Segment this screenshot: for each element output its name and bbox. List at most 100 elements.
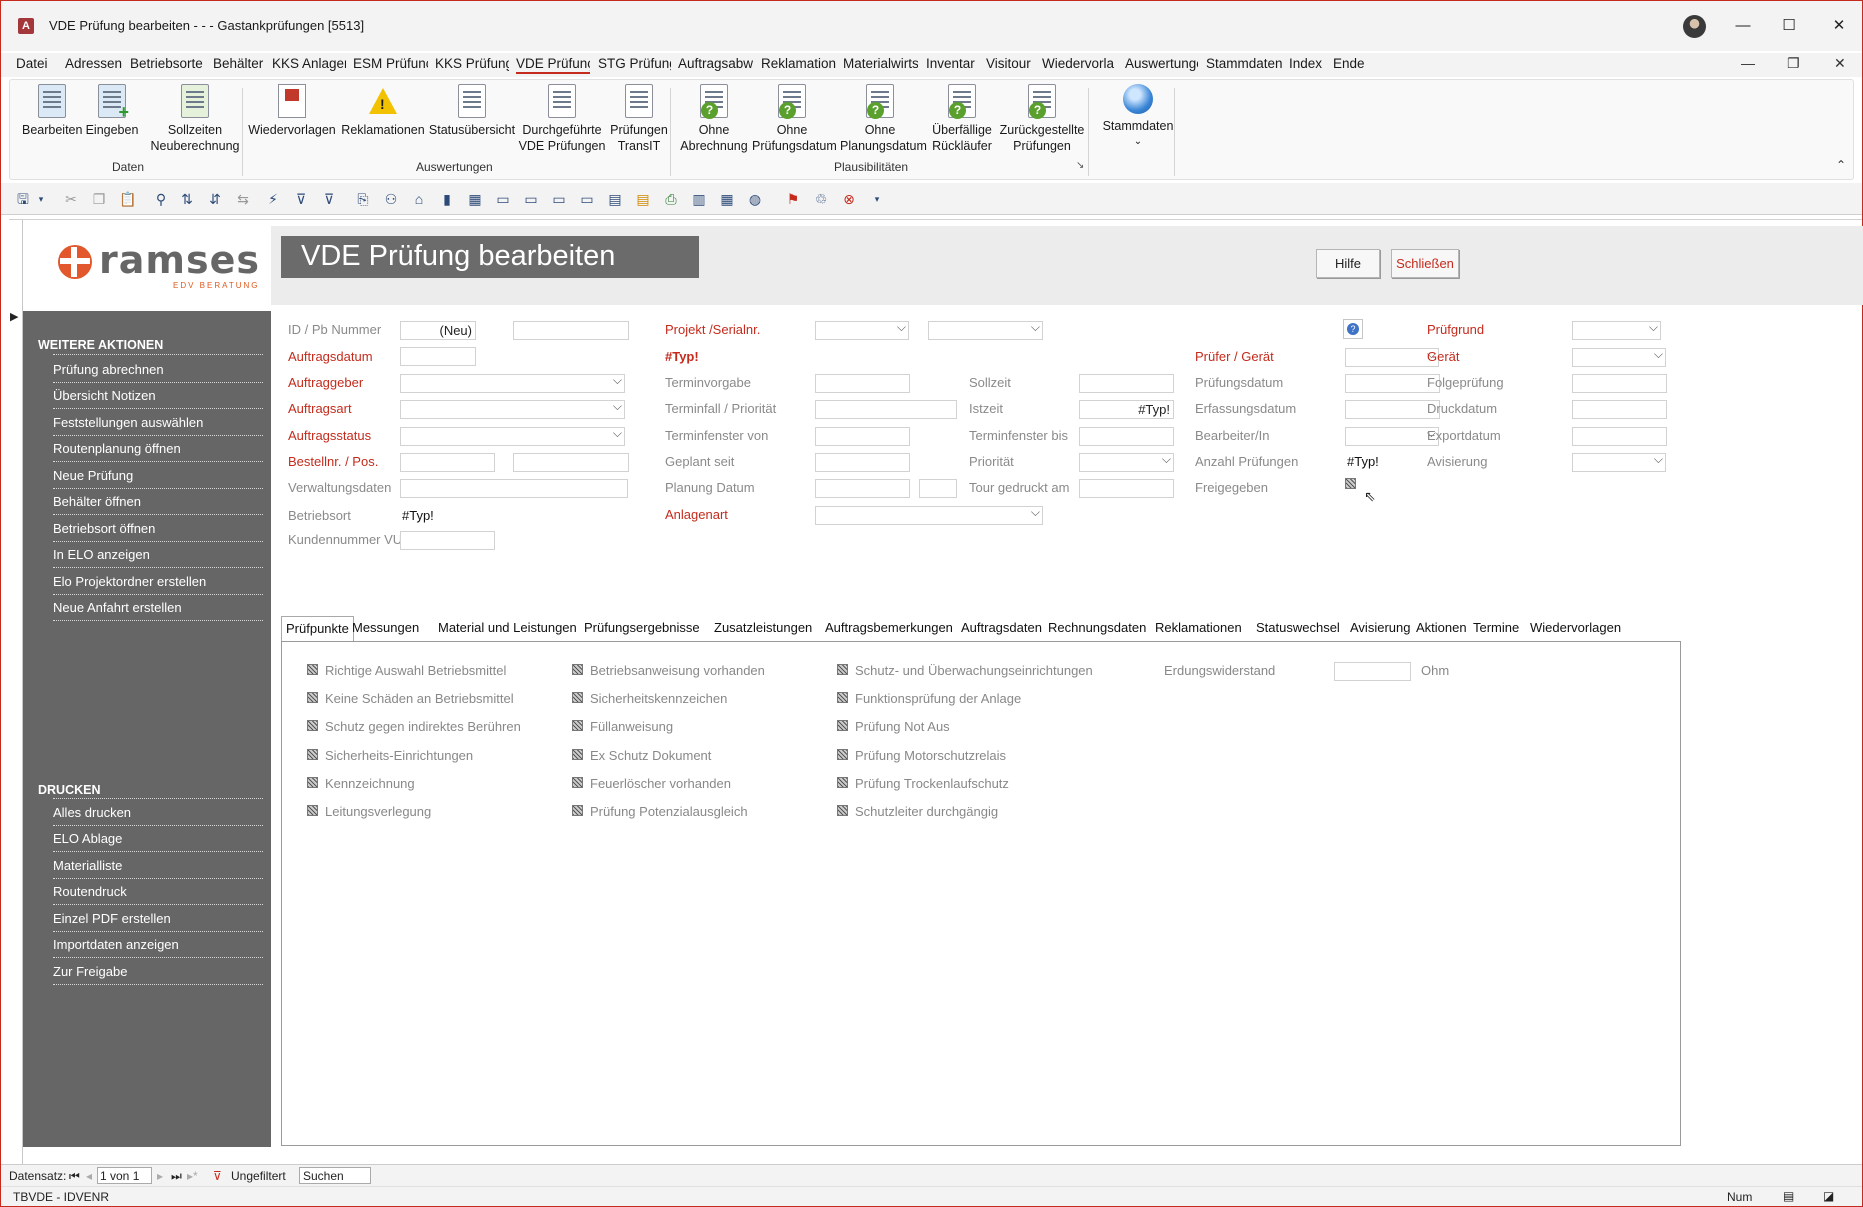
delete-icon[interactable]: ▮ <box>439 191 455 207</box>
tab-statuswechsel[interactable]: Statuswechsel <box>1252 616 1344 640</box>
durchgefuehrte-vde-button[interactable]: Durchgeführte VDE Prüfungen <box>518 84 606 154</box>
form-icon[interactable]: ▭ <box>551 191 567 207</box>
terminvorgabe-field[interactable] <box>815 374 910 393</box>
doc-close-button[interactable]: ✕ <box>1834 55 1846 72</box>
side-item-in-elo-anzeigen[interactable]: In ELO anzeigen <box>53 547 263 568</box>
checkbox[interactable] <box>572 777 583 788</box>
recycle-icon[interactable]: ♲ <box>813 191 829 207</box>
side-item-neue-anfahrt[interactable]: Neue Anfahrt erstellen <box>53 600 263 621</box>
terminfall-field[interactable] <box>815 400 957 419</box>
bearbeiten-button[interactable]: Bearbeiten <box>22 84 82 138</box>
home-icon[interactable]: ⌂ <box>411 191 427 207</box>
menu-auswertungen[interactable]: Auswertunge <box>1125 56 1198 71</box>
remove-filter-icon[interactable]: ⊽ <box>321 191 337 207</box>
save-icon[interactable]: 🖫 <box>15 191 31 207</box>
ohne-pruefungsdatum-button[interactable]: ? Ohne Prüfungsdatum <box>752 84 837 154</box>
tab-reklamationen[interactable]: Reklamationen <box>1151 616 1246 640</box>
side-item-feststellungen[interactable]: Feststellungen auswählen <box>53 415 263 436</box>
sollzeit-field[interactable] <box>1079 374 1174 393</box>
form-icon[interactable]: ▭ <box>495 191 511 207</box>
next-record-icon[interactable]: ▸ <box>157 1169 163 1183</box>
tab-zusatzleistungen[interactable]: Zusatzleistungen <box>710 616 816 640</box>
copy-icon[interactable]: ❐ <box>91 191 107 207</box>
paste-icon[interactable]: 📋 <box>119 191 136 207</box>
help-question-icon[interactable]: ? <box>1343 319 1363 339</box>
menu-wiedervorlagen[interactable]: Wiedervorla <box>1042 56 1118 71</box>
anlagenart-select[interactable] <box>815 505 1043 525</box>
filter-selection-icon[interactable]: ⚡ <box>265 191 281 207</box>
auftragsdatum-field[interactable] <box>400 347 476 366</box>
terminfenster-bis-field[interactable] <box>1079 427 1174 446</box>
terminfenster-von-field[interactable] <box>815 427 910 446</box>
checkbox[interactable] <box>837 720 848 731</box>
user-avatar[interactable] <box>1683 15 1706 38</box>
tab-wiedervorlagen[interactable]: Wiedervorlagen <box>1526 616 1625 640</box>
geraet-select[interactable] <box>1572 347 1666 367</box>
planung-datum-field[interactable] <box>815 479 910 498</box>
folgepruefung-field[interactable] <box>1572 374 1667 393</box>
form-icon[interactable]: ▭ <box>579 191 595 207</box>
tab-auftragsbemerkungen[interactable]: Auftragsbemerkungen <box>821 616 957 640</box>
pruefgrund-select[interactable] <box>1572 320 1661 340</box>
chart-icon[interactable]: ▥ <box>691 191 707 207</box>
menu-reklamation[interactable]: Reklamation <box>761 56 837 71</box>
checkbox[interactable] <box>572 805 583 816</box>
ohne-planungsdatum-button[interactable]: ? Ohne Planungsdatum <box>840 84 927 154</box>
grid-icon[interactable]: ▦ <box>719 191 735 207</box>
checkbox[interactable] <box>307 720 318 731</box>
serialnr-select[interactable] <box>928 320 1043 340</box>
cancel-icon[interactable]: ⊗ <box>841 191 857 207</box>
reklamationen-button[interactable]: ! Reklamationen <box>340 84 426 138</box>
menu-inventar[interactable]: Inventar <box>926 56 978 71</box>
tab-pruefungsergebnisse[interactable]: Prüfungsergebnisse <box>580 616 704 640</box>
minimize-button[interactable]: — <box>1731 15 1755 37</box>
zurueckgestellte-pruefungen-button[interactable]: ? Zurückgestellte Prüfungen <box>996 84 1088 154</box>
side-item-uebersicht-notizen[interactable]: Übersicht Notizen <box>53 388 263 409</box>
sort-ascending-icon[interactable]: ⇅ <box>179 191 195 207</box>
side-item-materialliste[interactable]: Materialliste <box>53 858 263 879</box>
chevron-down-icon[interactable]: ▾ <box>33 191 49 207</box>
checkbox[interactable] <box>307 805 318 816</box>
menu-materialwirtschaft[interactable]: Materialwirts <box>843 56 918 71</box>
flag-icon[interactable]: ⚑ <box>785 191 801 207</box>
filter-status-label[interactable]: Ungefiltert <box>231 1169 286 1183</box>
verwaltungsdaten-field[interactable] <box>400 479 628 498</box>
tab-termine[interactable]: Termine <box>1469 616 1523 640</box>
schliessen-button[interactable]: Schließen <box>1391 249 1459 278</box>
checkbox[interactable] <box>307 692 318 703</box>
side-item-pruefung-abrechnen[interactable]: Prüfung abrechnen <box>53 362 263 383</box>
checkbox[interactable] <box>572 664 583 675</box>
tab-avisierung[interactable]: Avisierung <box>1346 616 1414 640</box>
filter-icon[interactable]: ⊽ <box>293 191 309 207</box>
checkbox[interactable] <box>837 749 848 760</box>
auftraggeber-select[interactable] <box>400 373 625 393</box>
menu-behaelter[interactable]: Behälter <box>213 56 265 71</box>
erfassungsdatum-field[interactable] <box>1345 400 1440 419</box>
menu-datei[interactable]: Datei <box>16 56 50 71</box>
export-icon[interactable]: ⎙ <box>663 191 679 207</box>
new-record-icon[interactable]: ⎘ <box>355 191 371 207</box>
checkbox[interactable] <box>307 664 318 675</box>
stammdaten-button[interactable]: Stammdaten ⌄ <box>1096 84 1180 150</box>
form-view-icon[interactable]: ▤ <box>1783 1189 1794 1203</box>
side-item-routenplanung[interactable]: Routenplanung öffnen <box>53 441 263 462</box>
menu-kks-anlagen[interactable]: KKS Anlager <box>272 56 346 71</box>
side-item-betriebsort-oeffnen[interactable]: Betriebsort öffnen <box>53 521 263 542</box>
side-item-behaelter-oeffnen[interactable]: Behälter öffnen <box>53 494 263 515</box>
side-item-importdaten[interactable]: Importdaten anzeigen <box>53 937 263 958</box>
menu-index[interactable]: Index <box>1289 56 1325 71</box>
checkbox[interactable] <box>837 692 848 703</box>
doc-minimize-button[interactable]: — <box>1741 55 1755 71</box>
tab-pruefpunkte[interactable]: Prüfpunkte <box>281 616 354 642</box>
druckdatum-field[interactable] <box>1572 400 1667 419</box>
tab-messungen[interactable]: Messungen <box>348 616 423 640</box>
customize-chevron-icon[interactable]: ▾ <box>869 191 885 207</box>
menu-ende[interactable]: Ende <box>1333 56 1369 71</box>
record-selector[interactable] <box>9 220 23 1164</box>
menu-visitour[interactable]: Visitour <box>986 56 1034 71</box>
report-icon[interactable]: ▤ <box>635 191 651 207</box>
auftragsart-select[interactable] <box>400 399 625 419</box>
pb-nummer-field[interactable] <box>513 321 629 340</box>
checkbox[interactable] <box>572 692 583 703</box>
close-button[interactable]: ✕ <box>1827 15 1851 37</box>
